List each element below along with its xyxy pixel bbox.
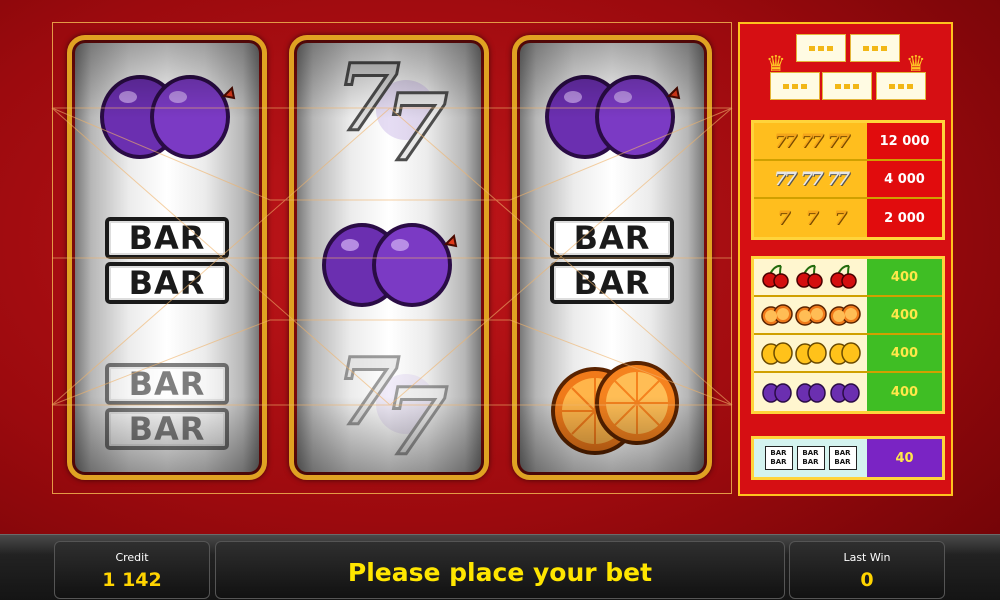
credit-value: 1 142 [102,569,162,591]
payout-value: 400 [867,335,942,371]
mini-bar-icon: BAR BAR [828,446,857,470]
bar-label: BAR [105,407,229,450]
card-icon [770,72,820,100]
reel-2: 7 7 7 7 [289,35,489,480]
bar-icons: BAR BAR BAR BAR BAR BAR [754,439,867,477]
reel-1: BAR BAR BAR BAR [67,35,267,480]
card-icon [876,72,926,100]
cherry-icons [754,259,867,295]
paytable-row: 77 77 77 12 000 [754,123,942,161]
silver-seven-icons: 77 77 77 [754,161,867,197]
plum-symbol [72,42,262,182]
payout-value: 2 000 [867,199,942,237]
message-panel: Please place your bet [215,541,785,599]
paytable-row: 400 [754,373,942,411]
payout-value: 400 [867,259,942,295]
status-bar: Credit 1 142 Please place your bet Last … [0,534,1000,600]
gold-seven-icons: 77 77 77 [754,123,867,159]
card-icon [796,34,846,62]
orange-icons [754,297,867,333]
bar-label: BAR [105,362,229,405]
bar-symbol: BAR BAR [517,190,707,330]
paytable-sevens: 77 77 77 12 000 77 77 77 4 000 777 2 000 [751,120,945,240]
small-seven-icons: 777 [754,199,867,237]
payout-value: 4 000 [867,161,942,197]
payout-value: 40 [867,439,942,477]
bar-label: BAR [105,216,229,259]
paytable-row: 400 [754,335,942,373]
seven-symbol: 7 7 [294,42,484,182]
card-icon [822,72,872,100]
bar-symbol: BAR BAR [72,190,262,330]
paytable-row: 777 2 000 [754,199,942,237]
paytable-row: 400 [754,259,942,297]
seven-symbol: 7 7 [294,336,484,475]
bar-symbol: BAR BAR [72,336,262,475]
credit-panel: Credit 1 142 [54,541,210,599]
plum-symbol [517,42,707,182]
plum-icons [754,373,867,411]
status-message: Please place your bet [347,558,653,587]
reel-3: BAR BAR [512,35,712,480]
lemon-icons [754,335,867,371]
last-win-panel: Last Win 0 [789,541,945,599]
orange-symbol [517,336,707,475]
svg-text:7: 7 [384,74,448,172]
paytable-row: BAR BAR BAR BAR BAR BAR 40 [754,439,942,477]
paytable-row: 77 77 77 4 000 [754,161,942,199]
svg-text:7: 7 [384,368,448,466]
last-win-label: Last Win [843,551,891,564]
card-icon [850,34,900,62]
bar-label: BAR [550,216,674,259]
payout-value: 400 [867,297,942,333]
payout-value: 400 [867,373,942,411]
paytable: ♛ ♛ 77 77 77 12 000 77 77 77 4 000 7 7 7… [738,22,953,496]
payout-value: 12 000 [867,123,942,159]
paytable-row: 400 [754,297,942,335]
bar-label: BAR [105,261,229,304]
bar-label: BAR [550,261,674,304]
paytable-fruits: 400 400 400 400 [751,256,945,414]
mini-bar-icon: BAR BAR [796,446,825,470]
paytable-header: ♛ ♛ [764,34,930,120]
last-win-value: 0 [860,569,874,591]
paytable-bar: BAR BAR BAR BAR BAR BAR 40 [751,436,945,480]
plum-symbol [294,190,484,330]
mini-bar-icon: BAR BAR [764,446,793,470]
slot-machine-screen: BAR BAR BAR BAR 7 7 7 7 BAR BAR ♛ ♛ 77 7… [0,0,1000,600]
credit-label: Credit [115,551,149,564]
